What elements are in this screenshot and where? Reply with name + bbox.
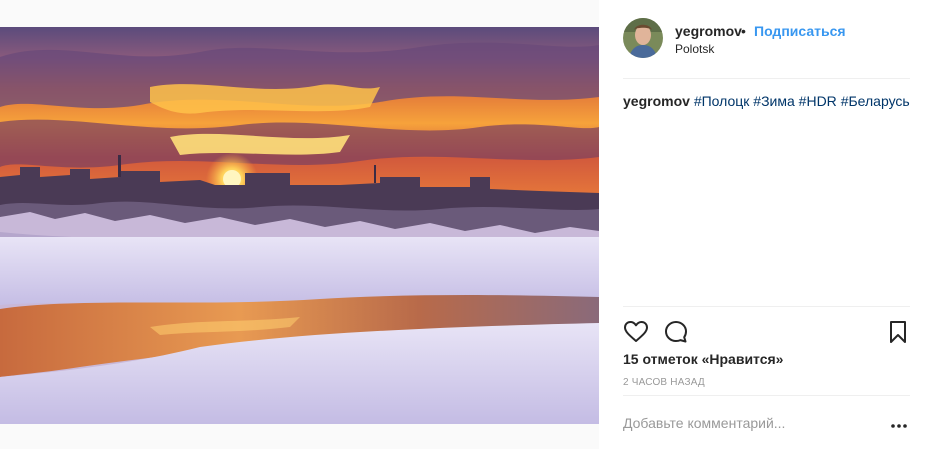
heart-icon [624,321,648,342]
post-caption: yegromov #Полоцк #Зима #HDR #Беларусь [623,93,910,109]
hashtag-link[interactable]: #Зима [753,93,794,109]
sunset-photo-image [0,27,599,424]
hashtag-link[interactable]: #Беларусь [841,93,910,109]
post-side-panel: yegromov • Подписаться Polotsk yegromov … [599,0,932,449]
follow-button[interactable]: Подписаться [754,23,846,39]
post-photo[interactable] [0,27,599,424]
separator-dot: • [741,23,746,39]
post-actions [623,306,910,351]
comment-input[interactable] [623,412,873,434]
likes-count[interactable]: 15 отметок «Нравится» [623,351,783,367]
comment-icon [665,321,687,343]
comment-button[interactable] [663,319,689,345]
bookmark-icon [890,321,906,343]
more-options-button[interactable] [889,418,909,428]
hashtag-link[interactable]: #HDR [799,93,837,109]
username-link[interactable]: yegromov [675,23,742,39]
location-link[interactable]: Polotsk [675,42,714,56]
more-options-icon [891,424,907,428]
like-button[interactable] [623,319,649,345]
avatar[interactable] [623,18,663,58]
caption-username[interactable]: yegromov [623,93,690,109]
hashtag-link[interactable]: #Полоцк [694,93,750,109]
post-timestamp[interactable]: 2 ЧАСОВ НАЗАД [623,377,705,388]
comment-form [623,395,910,450]
avatar-image [623,18,663,58]
post-header: yegromov • Подписаться Polotsk [623,18,910,79]
save-button[interactable] [885,319,911,345]
